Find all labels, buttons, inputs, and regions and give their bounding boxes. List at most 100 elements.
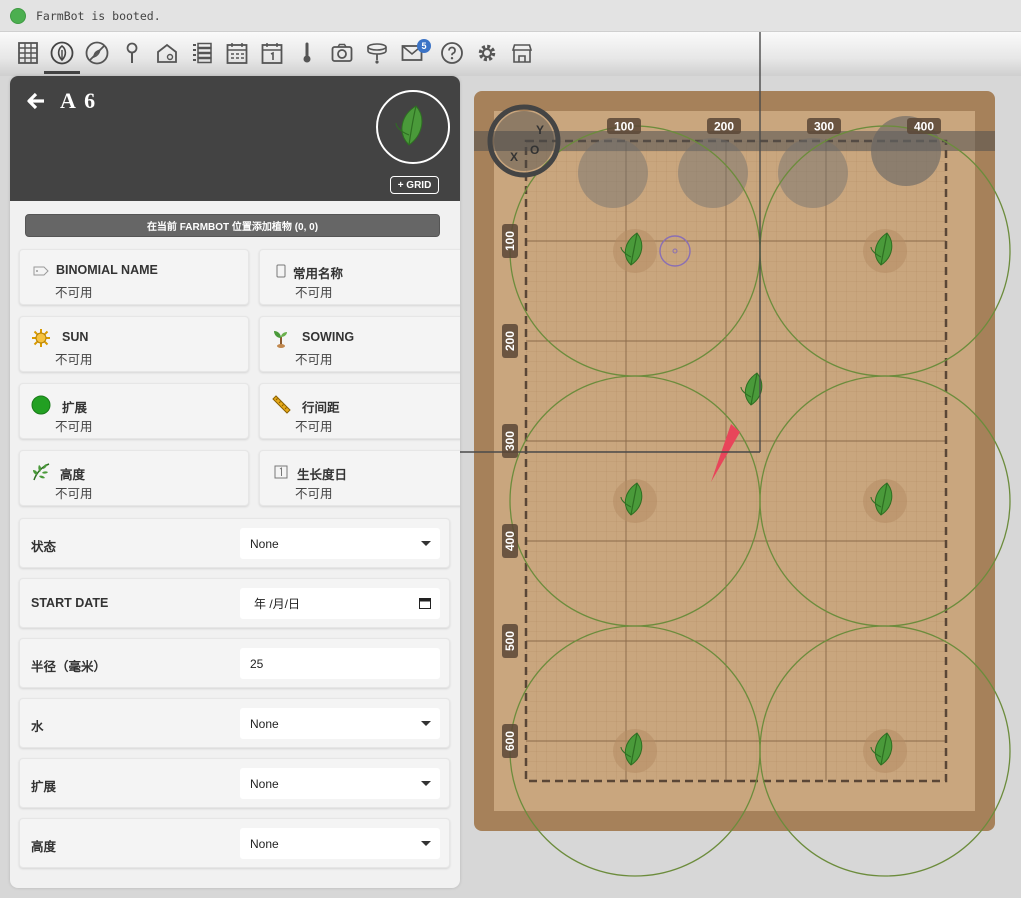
growing-degree-days-label: 生长度日 [297, 468, 348, 482]
start-date-value: 年 /月/日 [254, 597, 301, 611]
status-select-value: None [250, 536, 279, 551]
spread-card: 扩展 不可用 [19, 383, 249, 439]
panel-header: A 6 + GRID [10, 76, 460, 201]
y-tick-text: 200 [503, 331, 517, 351]
weeds-icon[interactable] [84, 40, 110, 66]
row-spacing-label: 行间距 [302, 401, 340, 415]
height-select[interactable]: None [240, 828, 440, 859]
height-card: 高度 不可用 [19, 450, 249, 506]
sowing-card: SOWING 不可用 [259, 316, 460, 372]
height-select-value: None [250, 836, 279, 851]
water-row: 水 None [19, 698, 450, 748]
origin-x-label: X [510, 150, 518, 164]
calendar-icon[interactable] [259, 40, 285, 66]
status-bar: FarmBot is booted. [0, 0, 1021, 32]
sowing-value: 不可用 [295, 353, 333, 367]
calendar-day-icon [270, 461, 292, 483]
row-spacing-card: 行间距 不可用 [259, 383, 460, 439]
plant-leaf-icon [395, 105, 423, 146]
x-tick-label: 400 [907, 118, 941, 134]
add-grid-button[interactable]: + GRID [390, 176, 439, 194]
plant-info-panel: A 6 + GRID 在当前 FARMBOT 位置添加植物 (0, 0) BIN… [10, 76, 460, 888]
y-tick-text: 300 [503, 431, 517, 451]
plant-marker[interactable] [613, 229, 657, 273]
y-tick-label: 200 [502, 324, 518, 358]
grid-icon[interactable] [15, 40, 41, 66]
radius-label: 半径（毫米） [31, 660, 107, 674]
chevron-down-icon [421, 721, 431, 726]
plant-avatar [376, 90, 450, 164]
ruler-icon [270, 394, 292, 416]
point-icon[interactable] [119, 40, 145, 66]
radius-input[interactable]: 25 [240, 648, 440, 679]
y-tick-text: 100 [503, 231, 517, 251]
y-tick-text: 600 [503, 731, 517, 751]
plant-icon[interactable] [49, 40, 75, 66]
x-tick-text: 400 [914, 120, 934, 134]
regimens-icon[interactable] [224, 40, 250, 66]
back-arrow-icon[interactable] [26, 91, 46, 111]
y-tick-label: 600 [502, 724, 518, 758]
garden-map-canvas[interactable]: Y X O 100 200 300 400 100 200 300 400 500 600 [460, 32, 1011, 877]
phone-icon [270, 260, 292, 282]
height-row: 高度 None [19, 818, 450, 868]
y-tick-label: 400 [502, 524, 518, 558]
growing-degree-days-value: 不可用 [295, 487, 333, 501]
shop-icon[interactable] [509, 40, 535, 66]
sun-value: 不可用 [55, 353, 93, 367]
radius-value: 25 [250, 656, 264, 671]
sprout-icon [270, 327, 292, 349]
chevron-down-icon [421, 781, 431, 786]
height-field-label: 高度 [31, 840, 57, 854]
help-icon[interactable] [439, 40, 465, 66]
binomial-name-value: 不可用 [55, 286, 93, 300]
messages-count-badge: 5 [417, 39, 431, 53]
status-row: 状态 None [19, 518, 450, 568]
sowing-label: SOWING [302, 330, 355, 344]
x-tick-text: 200 [714, 120, 734, 134]
calendar-picker-icon[interactable] [419, 597, 431, 609]
status-select[interactable]: None [240, 528, 440, 559]
common-name-card: 常用名称 不可用 [259, 249, 460, 305]
settings-icon[interactable] [474, 40, 500, 66]
spread-field-label: 扩展 [31, 780, 57, 794]
plant-marker[interactable] [613, 729, 657, 773]
spread-value: 不可用 [55, 420, 93, 434]
sequences-icon[interactable] [189, 40, 215, 66]
active-tab-indicator [44, 71, 80, 74]
status-indicator-icon [10, 7, 26, 24]
photos-icon[interactable] [329, 40, 355, 66]
water-label: 水 [31, 720, 44, 734]
tag-icon [30, 260, 52, 282]
plant-name-title[interactable]: A 6 [60, 88, 97, 114]
farmbot-origin: Y X O [487, 104, 561, 178]
chevron-down-icon [421, 541, 431, 546]
height-value: 不可用 [55, 487, 93, 501]
farmware-icon[interactable] [154, 40, 180, 66]
water-select[interactable]: None [240, 708, 440, 739]
x-tick-label: 300 [807, 118, 841, 134]
height-label: 高度 [60, 468, 86, 482]
plant-marker[interactable] [613, 479, 657, 523]
height-icon [30, 461, 52, 483]
binomial-name-card: BINOMIAL NAME 不可用 [19, 249, 249, 305]
origin-y-label: Y [536, 123, 544, 137]
sun-icon [30, 327, 52, 349]
garden-map[interactable]: Y X O 100 200 300 400 100 200 300 400 500 600 [460, 32, 1011, 877]
status-label: 状态 [31, 540, 57, 554]
x-tick-text: 300 [814, 120, 834, 134]
start-date-input[interactable]: 年 /月/日 [240, 588, 440, 619]
plant-marker[interactable] [863, 729, 907, 773]
spread-select[interactable]: None [240, 768, 440, 799]
spread-row: 扩展 None [19, 758, 450, 808]
main-toolbar [0, 32, 1021, 76]
common-name-label: 常用名称 [293, 267, 344, 281]
y-tick-label: 300 [502, 424, 518, 458]
start-date-label: START DATE [31, 596, 109, 610]
plant-marker[interactable] [863, 479, 907, 523]
y-tick-text: 400 [503, 531, 517, 551]
tools-icon[interactable] [364, 40, 390, 66]
add-plant-at-position-button[interactable]: 在当前 FARMBOT 位置添加植物 (0, 0) [25, 214, 440, 237]
sensors-icon[interactable] [294, 40, 320, 66]
plant-marker[interactable] [863, 229, 907, 273]
